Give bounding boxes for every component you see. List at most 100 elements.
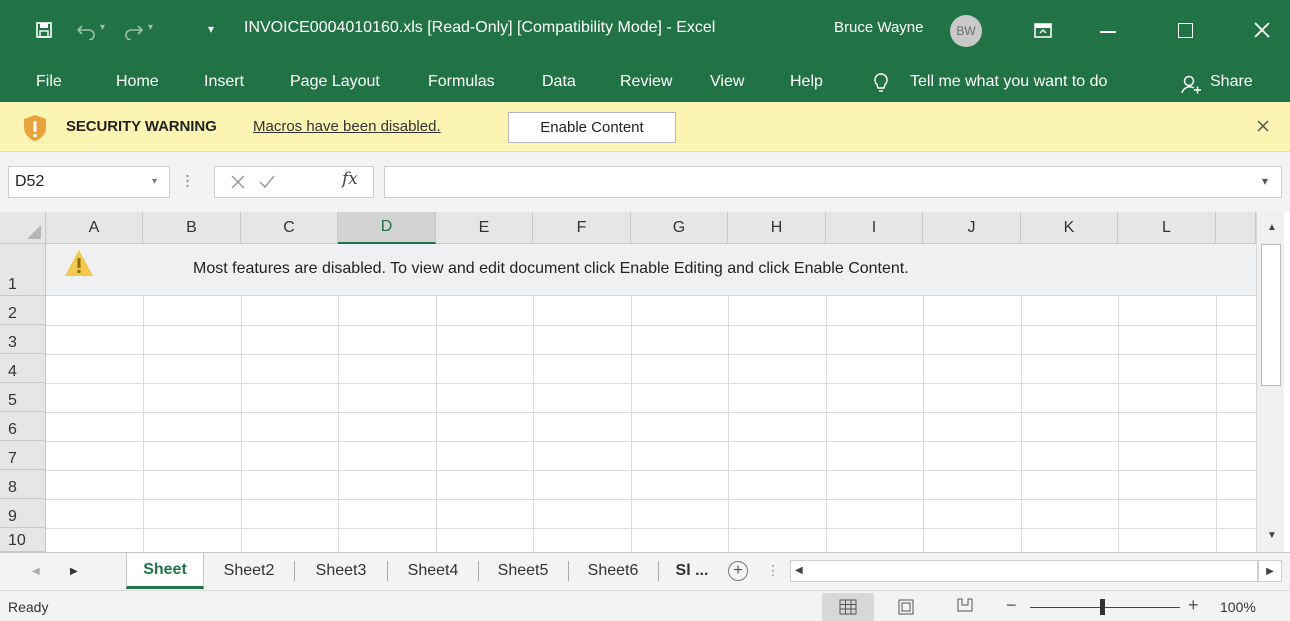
- row-header-1[interactable]: 1: [0, 244, 46, 296]
- gridline: [923, 296, 924, 552]
- chevron-down-icon[interactable]: ▾: [152, 167, 157, 197]
- tab-formulas[interactable]: Formulas: [428, 73, 495, 91]
- share-button[interactable]: Share: [1210, 73, 1253, 91]
- tell-me-search[interactable]: Tell me what you want to do: [910, 73, 1107, 91]
- enable-content-button[interactable]: Enable Content: [508, 112, 676, 143]
- undo-icon[interactable]: [76, 20, 96, 40]
- next-sheet-icon[interactable]: ▶: [70, 566, 78, 577]
- row-header-8[interactable]: 8: [0, 470, 46, 499]
- column-header-g[interactable]: G: [631, 212, 728, 244]
- row-header-10[interactable]: 10: [0, 528, 46, 552]
- gridline: [1021, 296, 1022, 552]
- tab-data[interactable]: Data: [542, 73, 576, 91]
- checkmark-icon[interactable]: [258, 174, 276, 190]
- redo-icon[interactable]: [124, 20, 144, 40]
- zoom-level[interactable]: 100%: [1220, 599, 1256, 615]
- normal-view-button[interactable]: [822, 593, 874, 621]
- close-icon[interactable]: [1256, 119, 1270, 133]
- row-header-6[interactable]: 6: [0, 412, 46, 441]
- vertical-scroll-thumb[interactable]: [1261, 244, 1281, 386]
- avatar[interactable]: BW: [950, 15, 982, 47]
- tab-splitter-handle[interactable]: ⋮: [766, 562, 780, 579]
- zoom-slider-thumb[interactable]: [1100, 599, 1105, 615]
- cancel-icon[interactable]: [230, 174, 246, 190]
- save-icon[interactable]: [36, 22, 52, 38]
- sheet-tab-sheet4[interactable]: Sheet4: [388, 553, 478, 589]
- tab-file[interactable]: File: [36, 73, 62, 91]
- disabled-features-message: Most features are disabled. To view and …: [193, 260, 909, 277]
- grid-view-icon: [839, 599, 857, 615]
- sheet-tab-sheet6[interactable]: Sheet6: [569, 553, 657, 589]
- row-header-2[interactable]: 2: [0, 296, 46, 325]
- zoom-slider[interactable]: [1030, 607, 1180, 608]
- gridline: [1216, 296, 1217, 552]
- column-header-k[interactable]: K: [1021, 212, 1118, 244]
- share-icon[interactable]: [1180, 74, 1202, 94]
- column-header-l[interactable]: L: [1118, 212, 1216, 244]
- user-name[interactable]: Bruce Wayne: [834, 19, 923, 36]
- sheet-tab-sheet3[interactable]: Sheet3: [296, 553, 386, 589]
- row-header-7[interactable]: 7: [0, 441, 46, 470]
- zoom-in-icon[interactable]: +: [1188, 595, 1199, 616]
- scroll-left-icon[interactable]: ◀: [795, 565, 803, 576]
- column-header-d[interactable]: D: [338, 212, 436, 244]
- close-icon[interactable]: [1252, 20, 1272, 40]
- drag-handle-icon[interactable]: [186, 174, 189, 188]
- insert-function-icon[interactable]: fx: [342, 169, 358, 189]
- page-layout-view-icon[interactable]: [898, 599, 914, 615]
- column-header-c[interactable]: C: [241, 212, 338, 244]
- previous-sheet-icon[interactable]: ◀: [32, 566, 40, 577]
- sheet-tab-sheet5[interactable]: Sheet5: [479, 553, 567, 589]
- row-header-5[interactable]: 5: [0, 383, 46, 412]
- tab-page-layout[interactable]: Page Layout: [290, 73, 380, 91]
- sheet-tab-sheet[interactable]: Sheet: [126, 553, 204, 589]
- column-header-m[interactable]: [1216, 212, 1256, 244]
- row-header-9[interactable]: 9: [0, 499, 46, 528]
- select-all-corner[interactable]: [0, 212, 46, 244]
- name-box[interactable]: D52 ▾: [8, 166, 170, 198]
- column-header-i[interactable]: I: [826, 212, 923, 244]
- column-header-e[interactable]: E: [436, 212, 533, 244]
- page-break-view-icon[interactable]: [956, 597, 974, 613]
- add-sheet-icon[interactable]: +: [728, 561, 748, 581]
- gridline: [241, 296, 242, 552]
- column-header-a[interactable]: A: [46, 212, 143, 244]
- expand-formula-bar-icon[interactable]: ▾: [1262, 174, 1268, 188]
- spreadsheet-grid[interactable]: A B C D E F G H I J K L 1 2 3 4 5 6 7 8 …: [0, 212, 1290, 552]
- ribbon-display-options-icon[interactable]: [1034, 23, 1052, 38]
- formula-input[interactable]: [384, 166, 1282, 198]
- scroll-up-icon[interactable]: ▲: [1267, 222, 1277, 233]
- warning-icon: [65, 250, 93, 276]
- gridline: [46, 470, 1256, 471]
- vertical-scrollbar[interactable]: ▲ ▼: [1256, 212, 1284, 552]
- minimize-icon[interactable]: [1100, 31, 1116, 33]
- column-header-b[interactable]: B: [143, 212, 241, 244]
- scroll-right-icon[interactable]: ▶: [1258, 560, 1282, 582]
- ribbon-tabs: File Home Insert Page Layout Formulas Da…: [0, 64, 1290, 102]
- column-header-f[interactable]: F: [533, 212, 631, 244]
- column-header-h[interactable]: H: [728, 212, 826, 244]
- lightbulb-icon[interactable]: [872, 72, 890, 94]
- status-text: Ready: [8, 599, 49, 615]
- security-warning-bar: SECURITY WARNING Macros have been disabl…: [0, 102, 1290, 152]
- gridline: [826, 296, 827, 552]
- tab-help[interactable]: Help: [790, 73, 823, 91]
- maximize-icon[interactable]: [1178, 23, 1193, 38]
- tab-view[interactable]: View: [710, 73, 744, 91]
- customize-quick-access-icon[interactable]: ▾: [208, 22, 214, 36]
- row-header-4[interactable]: 4: [0, 354, 46, 383]
- gridline: [46, 383, 1256, 384]
- undo-dropdown-icon[interactable]: ▾: [100, 22, 105, 33]
- scroll-down-icon[interactable]: ▼: [1267, 530, 1277, 541]
- sheet-tab-sheet2[interactable]: Sheet2: [206, 553, 292, 589]
- macros-disabled-link[interactable]: Macros have been disabled.: [253, 118, 441, 135]
- column-header-j[interactable]: J: [923, 212, 1021, 244]
- tab-insert[interactable]: Insert: [204, 73, 244, 91]
- row-header-3[interactable]: 3: [0, 325, 46, 354]
- redo-dropdown-icon[interactable]: ▾: [148, 22, 153, 33]
- tab-review[interactable]: Review: [620, 73, 672, 91]
- sheet-tab-overflow[interactable]: Sl ...: [659, 553, 725, 589]
- tab-home[interactable]: Home: [116, 73, 159, 91]
- horizontal-scrollbar[interactable]: [790, 560, 1258, 582]
- zoom-out-icon[interactable]: −: [1006, 595, 1017, 616]
